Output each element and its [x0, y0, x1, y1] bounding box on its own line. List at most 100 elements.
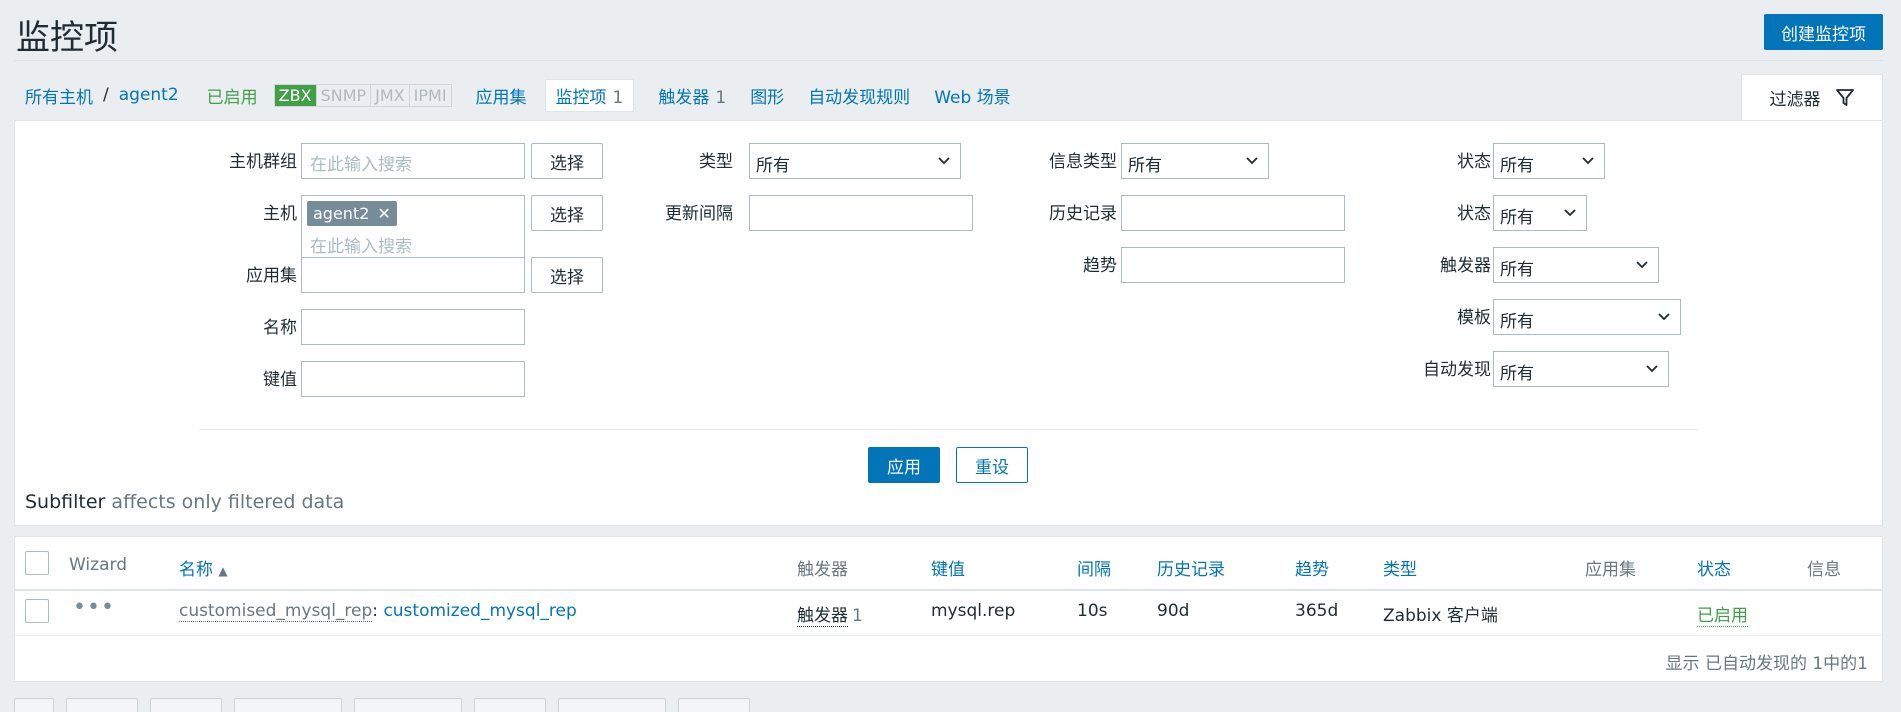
breadcrumb-host[interactable]: agent2 [119, 85, 179, 105]
chevron-down-icon [1564, 209, 1576, 217]
sort-asc-icon: ▲ [218, 564, 228, 578]
page-title: 监控项 [16, 18, 118, 58]
create-item-button[interactable]: 创建监控项 [1764, 14, 1883, 50]
application-select-button[interactable]: 选择 [531, 257, 603, 293]
action-placeholder [150, 698, 222, 712]
interface-jmx: JMX [370, 84, 408, 106]
bottom-action-bar [14, 698, 750, 712]
name-separator: : [372, 601, 379, 621]
triggers-select-value: 所有 [1500, 260, 1534, 280]
status-select[interactable]: 所有 [1493, 195, 1587, 231]
action-placeholder [354, 698, 462, 712]
state-select-value: 所有 [1500, 156, 1534, 176]
type-cell: Zabbix 客户端 [1383, 606, 1498, 626]
discovery-label: 自动发现 [1423, 360, 1491, 380]
select-all-checkbox[interactable] [25, 551, 49, 575]
action-placeholder [14, 698, 54, 712]
interface-snmp: SNMP [315, 84, 371, 106]
info-type-select[interactable]: 所有 [1121, 143, 1269, 179]
col-key[interactable]: 键值 [931, 555, 965, 580]
nav-applications[interactable]: 应用集 [476, 83, 527, 108]
item-link[interactable]: customized_mysql_rep [383, 601, 576, 621]
col-triggers: 触发器 [797, 560, 848, 580]
action-placeholder [66, 698, 138, 712]
template-label: 模板 [1457, 308, 1491, 328]
template-link[interactable]: customised_mysql_rep [179, 601, 373, 622]
interval-cell: 10s [1077, 601, 1108, 621]
discovery-select[interactable]: 所有 [1493, 351, 1669, 387]
reset-button[interactable]: 重设 [956, 447, 1028, 483]
host-groups-select-button[interactable]: 选择 [531, 143, 603, 179]
nav-triggers-count: 1 [715, 87, 727, 108]
interface-status-box: ZBX SNMP JMX IPMI [273, 83, 452, 107]
status-toggle[interactable]: 已启用 [1697, 601, 1748, 627]
hosts-select-button[interactable]: 选择 [531, 195, 603, 231]
action-placeholder [678, 698, 750, 712]
header-divider [14, 60, 1883, 61]
col-history[interactable]: 历史记录 [1157, 555, 1225, 580]
row-checkbox[interactable] [25, 599, 49, 623]
items-table: Wizard 名称 ▲ 触发器 键值 间隔 历史记录 趋势 类型 应用集 状态 … [14, 536, 1883, 682]
status-select-value: 所有 [1500, 208, 1534, 228]
nav-web-scenarios[interactable]: Web 场景 [934, 83, 1010, 108]
history-input[interactable] [1121, 195, 1345, 231]
col-applications: 应用集 [1585, 560, 1636, 580]
type-label: 类型 [699, 152, 733, 172]
item-name-cell: customised_mysql_rep: customized_mysql_r… [179, 601, 577, 622]
template-select-value: 所有 [1500, 312, 1534, 332]
action-placeholder [234, 698, 342, 712]
template-select[interactable]: 所有 [1493, 299, 1681, 335]
name-input[interactable] [301, 309, 525, 345]
filter-panel: 主机群组 在此输入搜索 选择 主机 agent2 ✕ 在此输入搜索 选择 应用集… [14, 120, 1883, 526]
filter-tab[interactable]: 过滤器 [1741, 74, 1883, 120]
application-input[interactable] [301, 257, 525, 293]
interval-label: 更新间隔 [665, 204, 733, 224]
col-info: 信息 [1807, 560, 1841, 580]
hosts-label: 主机 [263, 204, 297, 224]
nav-items[interactable]: 监控项 1 [544, 78, 635, 112]
nav-discovery-rules[interactable]: 自动发现规则 [808, 83, 910, 108]
hosts-multiselect[interactable]: agent2 ✕ 在此输入搜索 [301, 195, 525, 261]
col-trends[interactable]: 趋势 [1295, 555, 1329, 580]
interface-ipmi: IPMI [408, 84, 451, 106]
apply-button[interactable]: 应用 [868, 447, 940, 483]
interval-input[interactable] [749, 195, 973, 231]
host-groups-input[interactable]: 在此输入搜索 [301, 143, 525, 179]
discovery-select-value: 所有 [1500, 364, 1534, 384]
host-navigation: 所有主机 / agent2 已启用 ZBX SNMP JMX IPMI 应用集 … [25, 78, 1011, 112]
key-cell: mysql.rep [931, 601, 1016, 621]
col-status[interactable]: 状态 [1697, 555, 1731, 580]
table-header-divider [15, 589, 1882, 591]
state-select[interactable]: 所有 [1493, 143, 1605, 179]
interface-zbx: ZBX [274, 84, 316, 106]
key-input[interactable] [301, 361, 525, 397]
triggers-link[interactable]: 触发器 [797, 606, 848, 627]
triggers-cell: 触发器 1 [797, 601, 863, 627]
chevron-down-icon [938, 157, 950, 165]
type-select[interactable]: 所有 [749, 143, 961, 179]
chevron-down-icon [1636, 261, 1648, 269]
wizard-menu-icon[interactable]: ••• [73, 595, 115, 620]
action-placeholder [558, 698, 666, 712]
col-interval[interactable]: 间隔 [1077, 555, 1111, 580]
triggers-select[interactable]: 所有 [1493, 247, 1659, 283]
history-label: 历史记录 [1049, 204, 1117, 224]
type-select-value: 所有 [756, 156, 790, 176]
col-name[interactable]: 名称 ▲ [179, 555, 228, 580]
col-wizard: Wizard [69, 555, 127, 575]
action-placeholder [474, 698, 546, 712]
nav-items-label: 监控项 [555, 87, 607, 108]
trends-label: 趋势 [1083, 256, 1117, 276]
chevron-down-icon [1246, 157, 1258, 165]
trends-input[interactable] [1121, 247, 1345, 283]
filter-icon [1835, 88, 1854, 106]
info-type-label: 信息类型 [1049, 152, 1117, 172]
col-type[interactable]: 类型 [1383, 555, 1417, 580]
breadcrumb-all-hosts[interactable]: 所有主机 [25, 83, 93, 108]
nav-graphs[interactable]: 图形 [750, 83, 784, 108]
remove-tag-icon[interactable]: ✕ [377, 204, 390, 223]
key-label: 键值 [263, 370, 297, 390]
triggers-count: 1 [852, 606, 863, 626]
history-cell: 90d [1157, 601, 1190, 621]
nav-triggers[interactable]: 触发器 1 [658, 83, 726, 108]
